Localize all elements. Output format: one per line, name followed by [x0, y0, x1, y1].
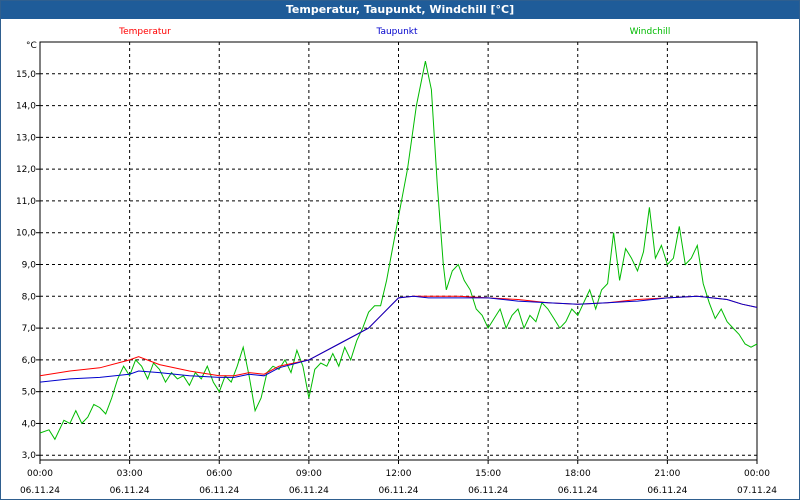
x-axis-ticks: 00:00 06.11.24 03:00 06.11.24 06:00 06.11.24 0…: [20, 460, 777, 496]
y-tick-label: 15,0: [16, 70, 36, 80]
x-tick-date-label: 06.11.24: [468, 486, 508, 496]
y-tick-label: 13,0: [16, 133, 36, 143]
y-tick-label: 3,0: [22, 451, 37, 461]
x-tick-time-label: 15:00: [475, 469, 501, 479]
y-tick-label: 10,0: [16, 229, 36, 239]
x-tick-time-label: 00:00: [744, 469, 770, 479]
y-tick-label: 12,0: [16, 165, 36, 175]
x-tick-date-label: 06.11.24: [110, 486, 150, 496]
x-tick-time-label: 03:00: [117, 469, 143, 479]
y-tick-label: 8,0: [22, 292, 37, 302]
x-tick-date-label: 06.11.24: [558, 486, 598, 496]
y-tick-label: 4,0: [22, 419, 37, 429]
x-tick-time-label: 21:00: [654, 469, 680, 479]
y-tick-label: 7,0: [22, 324, 37, 334]
x-tick-date-label: 06.11.24: [378, 486, 418, 496]
legend-entry-temperatur: Temperatur: [118, 27, 171, 37]
x-tick-time-label: 06:00: [206, 469, 232, 479]
y-tick-label: 6,0: [22, 356, 37, 366]
y-tick-label: 5,0: [22, 388, 37, 398]
y-tick-label: 9,0: [22, 261, 37, 271]
x-tick-date-label: 06.11.24: [199, 486, 239, 496]
y-axis-unit-label: °C: [26, 41, 37, 51]
y-axis-ticks: 3,0 4,0 5,0 6,0 7,0 8,0 9,0 10,0 11,0 12,0 13,0 14,…: [16, 70, 40, 461]
x-tick-time-label: 18:00: [565, 469, 591, 479]
x-tick-date-label: 07.11.24: [737, 486, 777, 496]
y-tick-label: 14,0: [16, 102, 36, 112]
legend: Temperatur Taupunkt Windchill: [118, 27, 670, 37]
x-tick-time-label: 12:00: [386, 469, 412, 479]
x-tick-time-label: 00:00: [27, 469, 53, 479]
legend-entry-windchill: Windchill: [630, 27, 671, 37]
line-chart: 3,0 4,0 5,0 6,0 7,0 8,0 9,0 10,0 11,0 12,0 13,0 14,…: [16, 27, 777, 496]
legend-entry-taupunkt: Taupunkt: [375, 27, 418, 37]
x-tick-time-label: 09:00: [296, 469, 322, 479]
y-tick-label: 11,0: [16, 197, 36, 207]
x-tick-date-label: 06.11.24: [20, 486, 60, 496]
x-tick-date-label: 06.11.24: [647, 486, 687, 496]
x-tick-date-label: 06.11.24: [289, 486, 329, 496]
